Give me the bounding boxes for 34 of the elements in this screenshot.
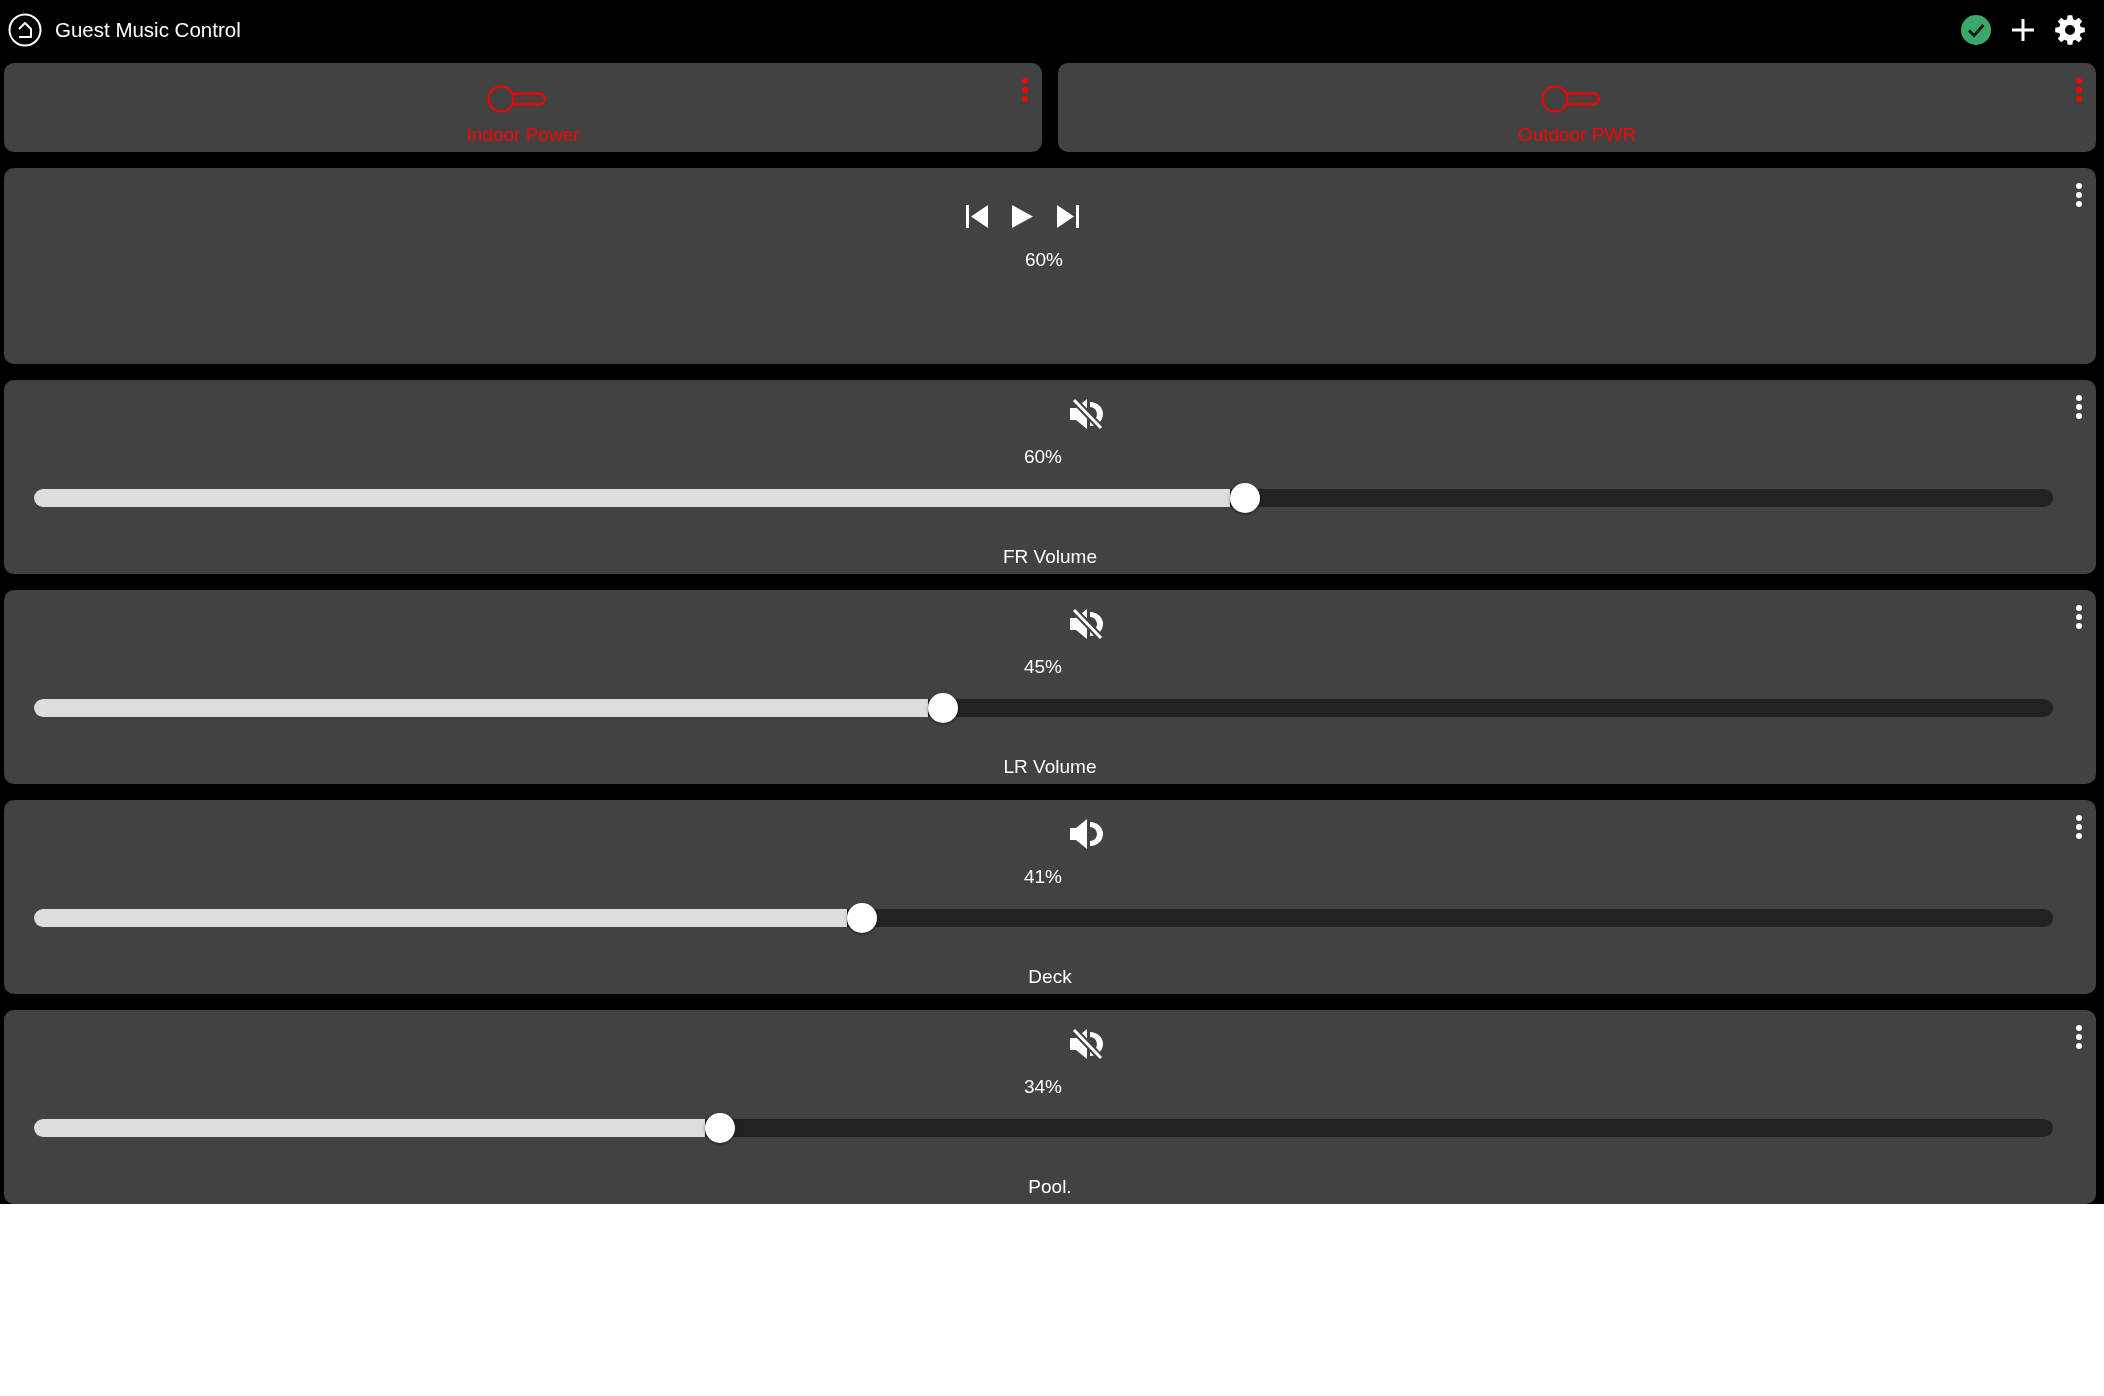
switch-label: Outdoor PWR	[1517, 124, 1637, 146]
play-icon[interactable]	[1011, 205, 1033, 228]
volume-label: Deck	[1028, 966, 1072, 988]
switch-label: Indoor Power	[466, 124, 580, 146]
speaker-muted-icon[interactable]	[1070, 398, 1104, 430]
more-options-icon[interactable]	[2076, 1025, 2082, 1049]
plus-icon[interactable]	[2012, 18, 2034, 41]
slider-handle[interactable]	[927, 693, 958, 723]
volume-reading: 41%	[1024, 866, 1062, 888]
volume-reading: 45%	[1024, 656, 1062, 678]
speaker-muted-icon[interactable]	[1070, 608, 1104, 640]
app-title: Guest Music Control	[55, 17, 241, 42]
next-icon[interactable]	[1056, 205, 1079, 228]
speaker-icon[interactable]	[1070, 818, 1104, 850]
settings-icon[interactable]	[2055, 14, 2085, 45]
house-circle-icon[interactable]	[8, 12, 42, 47]
check-circle-icon	[1961, 14, 1991, 45]
speaker-muted-icon[interactable]	[1070, 1028, 1104, 1060]
volume-reading: 60%	[1025, 249, 1063, 271]
slider-handle[interactable]	[1230, 483, 1261, 513]
previous-icon[interactable]	[965, 205, 988, 228]
more-options-icon[interactable]	[2076, 605, 2082, 629]
slider-handle[interactable]	[705, 1113, 736, 1143]
volume-reading: 34%	[1024, 1076, 1062, 1098]
volume-reading: 60%	[1024, 446, 1062, 468]
toggle-switch-icon[interactable]	[486, 85, 547, 113]
volume-label: Pool.	[1028, 1176, 1072, 1198]
volume-label: LR Volume	[1003, 756, 1097, 778]
more-options-icon[interactable]	[2076, 183, 2082, 207]
volume-label: FR Volume	[1003, 546, 1097, 568]
more-options-icon[interactable]	[2076, 815, 2082, 839]
toggle-switch-icon[interactable]	[1540, 85, 1601, 113]
slider-handle[interactable]	[846, 903, 877, 933]
more-options-icon[interactable]	[2076, 395, 2082, 419]
